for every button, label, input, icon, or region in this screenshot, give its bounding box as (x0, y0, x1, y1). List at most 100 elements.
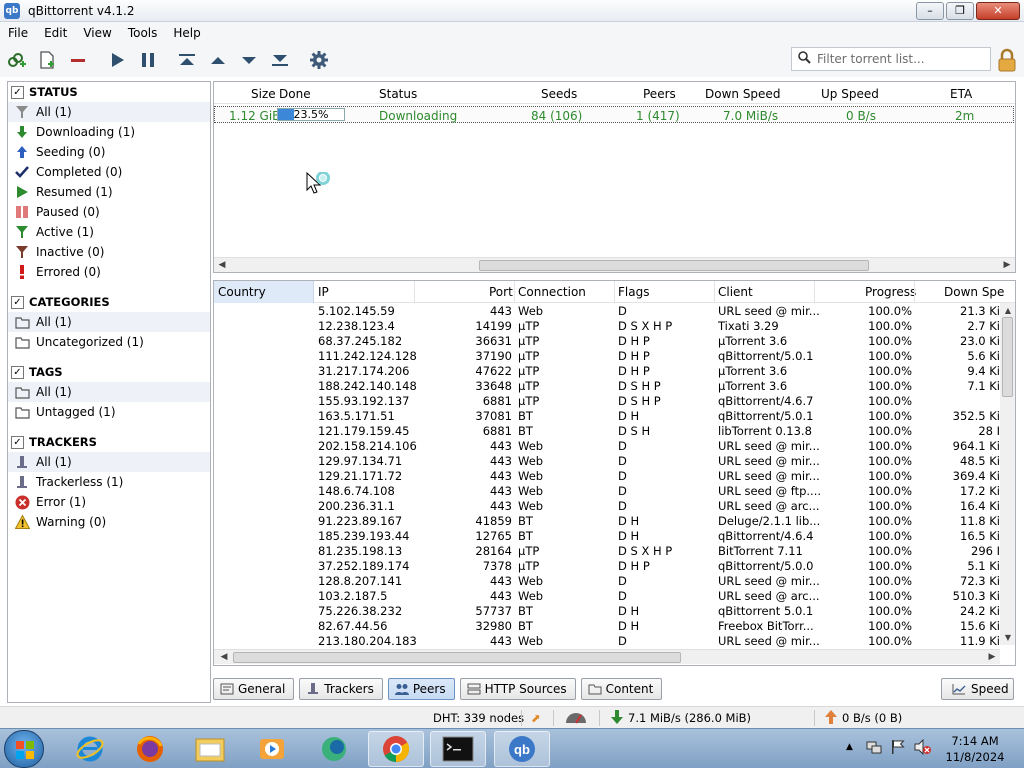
minimize-button[interactable]: – (916, 2, 944, 20)
menu-view[interactable]: View (75, 26, 119, 40)
status-checkbox[interactable]: ✓ (11, 85, 24, 99)
menu-tools[interactable]: Tools (120, 26, 166, 40)
col-down-speed[interactable]: Down Speed (705, 87, 780, 101)
category-item-all[interactable]: All (1) (8, 312, 210, 332)
peer-row[interactable]: 200.236.31.1 443 Web D URL seed @ arc... 100.… (214, 499, 1000, 514)
status-item-errored[interactable]: Errored (0) (8, 262, 210, 282)
tags-section-header[interactable]: ✓ TAGS (8, 362, 210, 382)
peer-row[interactable]: 129.97.134.71 443 Web D URL seed @ mir... 100… (214, 454, 1000, 469)
torrent-list-hscrollbar[interactable]: ◀ ▶ (214, 257, 1015, 272)
lock-icon[interactable] (996, 48, 1018, 72)
tags-checkbox[interactable]: ✓ (11, 365, 24, 379)
move-to-top-button[interactable] (172, 46, 202, 74)
taskbar-file-explorer[interactable] (182, 731, 238, 767)
status-item-completed[interactable]: Completed (0) (8, 162, 210, 182)
col-connection[interactable]: Connection (518, 285, 586, 299)
taskbar-internet-explorer[interactable] (62, 731, 118, 767)
col-up-speed[interactable]: Up Speed (821, 87, 879, 101)
resume-button[interactable] (102, 46, 132, 74)
taskbar-network-app[interactable] (306, 731, 362, 767)
tracker-item-all[interactable]: All (1) (8, 452, 210, 472)
status-item-resumed[interactable]: Resumed (1) (8, 182, 210, 202)
taskbar-qbittorrent[interactable]: qb (494, 731, 550, 767)
scroll-thumb[interactable] (479, 260, 869, 271)
peer-row[interactable]: 121.179.159.45 6881 BT D S H libTorrent 0.13… (214, 424, 1000, 439)
peer-row[interactable]: 31.217.174.206 47622 µTP D H P µTorrent 3.6 1… (214, 364, 1000, 379)
move-to-bottom-button[interactable] (265, 46, 295, 74)
col-peers[interactable]: Peers (643, 87, 676, 101)
peer-row[interactable]: 163.5.171.51 37081 BT D H qBittorrent/5.0.1 1… (214, 409, 1000, 424)
speed-button[interactable]: Speed (941, 678, 1014, 700)
col-down-speed[interactable]: Down Spe (944, 285, 1004, 299)
menu-edit[interactable]: Edit (36, 26, 75, 40)
menu-help[interactable]: Help (165, 26, 208, 40)
status-item-downloading[interactable]: Downloading (1) (8, 122, 210, 142)
taskbar-firefox[interactable] (122, 731, 178, 767)
taskbar-media-player[interactable] (244, 731, 300, 767)
status-item-paused[interactable]: Paused (0) (8, 202, 210, 222)
system-clock[interactable]: 7:14 AM 11/8/2024 (940, 733, 1010, 765)
col-done[interactable]: Done (279, 87, 311, 101)
status-item-active[interactable]: Active (1) (8, 222, 210, 242)
remove-torrent-button[interactable] (63, 46, 93, 74)
peer-row[interactable]: 111.242.124.128 37190 µTP D H P qBittorrent/… (214, 349, 1000, 364)
download-speed[interactable]: 7.1 MiB/s (286.0 MiB) (628, 711, 751, 725)
status-item-seeding[interactable]: Seeding (0) (8, 142, 210, 162)
scroll-right-arrow[interactable]: ▶ (1001, 258, 1013, 272)
move-down-button[interactable] (234, 46, 264, 74)
col-progress[interactable]: Progress (865, 285, 916, 299)
peer-row[interactable]: 148.6.74.108 443 Web D URL seed @ ftp.... 100… (214, 484, 1000, 499)
move-up-button[interactable] (203, 46, 233, 74)
categories-checkbox[interactable]: ✓ (11, 295, 24, 309)
tag-item-all[interactable]: All (1) (8, 382, 210, 402)
tab-trackers[interactable]: Trackers (299, 678, 383, 700)
trackers-checkbox[interactable]: ✓ (11, 435, 24, 449)
col-country[interactable]: Country (214, 281, 314, 303)
scroll-left-arrow[interactable]: ◀ (216, 258, 228, 272)
categories-section-header[interactable]: ✓ CATEGORIES (8, 292, 210, 312)
peers-hscrollbar[interactable]: ◀ ▶ (214, 649, 1000, 664)
menu-file[interactable]: File (0, 26, 36, 40)
torrent-row[interactable]: 1.12 GiB 23.5% Downloading 84 (106) 1 (4… (214, 106, 1014, 123)
peer-row[interactable]: 75.226.38.232 57737 BT D H qBittorrent 5.0.1… (214, 604, 1000, 619)
col-seeds[interactable]: Seeds (541, 87, 577, 101)
show-hidden-icons-button[interactable]: ▲ (846, 742, 853, 752)
maximize-button[interactable]: ❐ (946, 2, 974, 20)
col-status[interactable]: Status (379, 87, 417, 101)
add-torrent-file-button[interactable] (32, 46, 62, 74)
peer-row[interactable]: 155.93.192.137 6881 µTP D S H P qBittorrent/… (214, 394, 1000, 409)
col-flags[interactable]: Flags (618, 285, 649, 299)
start-button[interactable] (4, 730, 44, 768)
scroll-up-arrow[interactable]: ▲ (1002, 303, 1014, 318)
scroll-right-arrow[interactable]: ▶ (986, 650, 998, 665)
taskbar-command-prompt[interactable] (430, 731, 486, 767)
network-icon[interactable] (866, 739, 882, 758)
peer-row[interactable]: 5.102.145.59 443 Web D URL seed @ mir... 100.… (214, 304, 1000, 319)
close-button[interactable]: ✕ (976, 2, 1020, 20)
speed-limit-icon[interactable] (565, 710, 587, 727)
scroll-thumb[interactable] (1002, 317, 1013, 397)
col-client[interactable]: Client (718, 285, 753, 299)
peer-row[interactable]: 213.180.204.183 443 Web D URL seed @ mir... 1… (214, 634, 1000, 649)
peer-row[interactable]: 37.252.189.174 7378 µTP D H P qBittorrent/5.… (214, 559, 1000, 574)
peer-row[interactable]: 128.8.207.141 443 Web D URL seed @ mir... 100… (214, 574, 1000, 589)
peer-row[interactable]: 185.239.193.44 12765 BT D H qBittorrent/4.6.… (214, 529, 1000, 544)
tab-general[interactable]: General (213, 678, 295, 700)
volume-muted-icon[interactable] (914, 738, 932, 758)
peer-row[interactable]: 91.223.89.167 41859 BT D H Deluge/2.1.1 lib.… (214, 514, 1000, 529)
col-size[interactable]: Size (251, 87, 276, 101)
scroll-down-arrow[interactable]: ▼ (1002, 630, 1014, 645)
peers-vscrollbar[interactable]: ▲ ▼ (1000, 303, 1015, 645)
peer-row[interactable]: 129.21.171.72 443 Web D URL seed @ mir... 100… (214, 469, 1000, 484)
peer-row[interactable]: 82.67.44.56 32980 BT D H Freebox BitTorr... 1… (214, 619, 1000, 634)
status-item-all[interactable]: All (1) (8, 102, 210, 122)
peer-row[interactable]: 188.242.140.148 33648 µTP D S H P µTorrent 3… (214, 379, 1000, 394)
taskbar-chrome[interactable] (368, 731, 424, 767)
tracker-item-trackerless[interactable]: Trackerless (1) (8, 472, 210, 492)
add-torrent-link-button[interactable] (1, 46, 31, 74)
peer-row[interactable]: 202.158.214.106 443 Web D URL seed @ mir... 1… (214, 439, 1000, 454)
col-port[interactable]: Port (489, 285, 513, 299)
status-section-header[interactable]: ✓ STATUS (8, 82, 210, 102)
peer-row[interactable]: 12.238.123.4 14199 µTP D S X H P Tixati 3.29… (214, 319, 1000, 334)
tab-http-sources[interactable]: HTTP Sources (459, 678, 576, 700)
